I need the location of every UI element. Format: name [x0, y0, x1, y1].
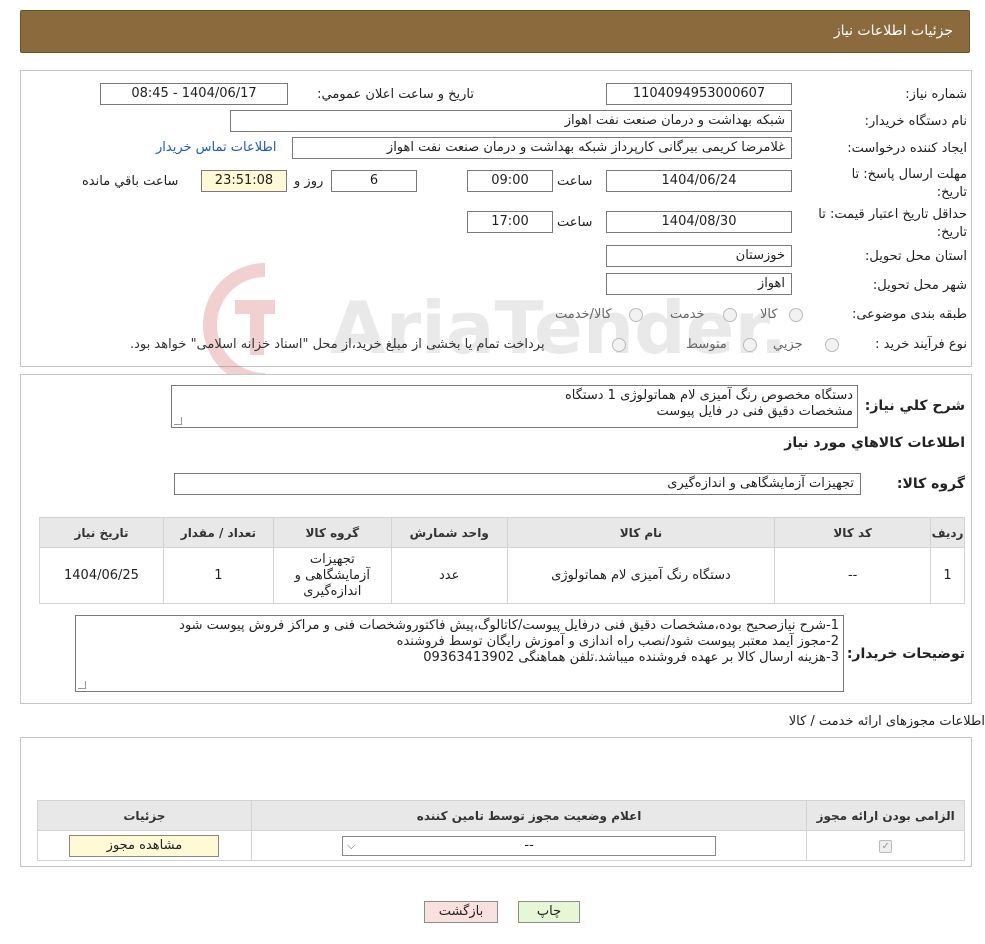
buyer-note-line-1: 1-شرح نیازصحیح بوده،مشخصات دقیق فنی درفا…: [179, 618, 839, 633]
summary-textarea[interactable]: دستگاه مخصوص رنگ آمیزی لام هماتولوژی 1 د…: [171, 385, 858, 428]
cell-quantity: 1: [162, 547, 274, 604]
resize-handle-icon[interactable]: [174, 417, 182, 425]
col-need-date: تاريخ نياز: [39, 517, 164, 548]
col-row: رديف: [930, 517, 965, 548]
items-table: رديف کد کالا نام کالا واحد شمارش گروه کا…: [39, 517, 965, 604]
col-quantity: تعداد / مقدار: [162, 517, 274, 548]
page-header: جزئیات اطلاعات نیاز: [20, 10, 970, 53]
goods-group-field: تجهیزات آزمایشگاهی و اندازه‌گیری: [174, 473, 861, 495]
validity-time-field: 17:00: [467, 211, 553, 233]
process-label: نوع فرآيند خريد :: [875, 337, 967, 352]
print-button[interactable]: چاپ: [518, 901, 580, 923]
permit-status-value: --: [524, 837, 534, 853]
category-radio-goods[interactable]: [789, 308, 803, 322]
goods-group-label: گروه کالا:: [896, 476, 965, 492]
col-permit-required: الزامی بودن ارائه مجوز: [806, 800, 965, 831]
treasury-checkbox[interactable]: [612, 338, 626, 352]
col-permit-status: اعلام وضعیت مجوز توسط تامین کننده: [250, 800, 808, 831]
permit-status-select[interactable]: -- ⌵: [342, 835, 717, 856]
validity-time-label: ساعت: [557, 215, 593, 230]
process-radio-minor[interactable]: [825, 338, 839, 352]
view-permit-button[interactable]: مشاهده مجوز: [69, 834, 220, 857]
deadline-label: مهلت ارسال پاسخ: تا تاريخ:: [851, 167, 967, 200]
process-option-medium: متوسط: [686, 337, 727, 352]
col-unit: واحد شمارش: [390, 517, 508, 548]
col-code: کد کالا: [774, 517, 932, 548]
category-option-goods-service: کالا/خدمت: [555, 307, 612, 322]
deadline-time-label: ساعت: [557, 174, 593, 189]
treasury-note: پرداخت تمام یا بخشی از مبلغ خرید،از محل …: [130, 337, 545, 352]
goods-info-title: اطلاعات کالاهاي مورد نياز: [784, 435, 965, 451]
watermark-text: AriaTender.neT: [330, 286, 785, 370]
province-field: خوزستان: [606, 245, 792, 267]
cell-name: دستگاه رنگ آمیزی لام هماتولوژی: [506, 547, 776, 604]
table-row: ✓ -- ⌵ مشاهده مجوز: [37, 830, 965, 861]
buyer-field: شبکه بهداشت و درمان صنعت نفت اهواز: [230, 110, 792, 132]
announce-datetime-field: 1404/06/17 - 08:45: [100, 83, 288, 105]
category-label: طبقه بندی موضوعی:: [851, 307, 967, 322]
city-label: شهر محل تحويل:: [872, 278, 967, 293]
process-option-minor: جزيي: [773, 337, 803, 352]
cell-row: 1: [930, 547, 965, 604]
items-table-header: رديف کد کالا نام کالا واحد شمارش گروه کا…: [39, 517, 965, 548]
province-label: استان محل تحويل:: [865, 249, 967, 264]
col-name: نام کالا: [506, 517, 776, 548]
buyer-note-line-3: 3-هزینه ارسال کالا بر عهده فروشنده میباش…: [423, 650, 839, 665]
cell-permit-required: ✓: [806, 830, 965, 861]
cell-code: --: [774, 547, 932, 604]
resize-handle-icon[interactable]: [78, 681, 86, 689]
need-number-field: 1104094953000607: [606, 83, 792, 105]
permits-table: الزامی بودن ارائه مجوز اعلام وضعیت مجوز …: [37, 800, 965, 861]
col-group: گروه کالا: [272, 517, 392, 548]
deadline-date-field: 1404/06/24: [606, 170, 792, 192]
summary-line-2: مشخصات دقیق فنی در فایل پیوست: [656, 404, 853, 419]
permit-required-checkbox[interactable]: ✓: [879, 840, 893, 853]
chevron-down-icon: ⌵: [347, 838, 356, 852]
days-remaining-field: 6: [331, 170, 417, 192]
deadline-time-field: 09:00: [467, 170, 553, 192]
buyer-notes-label: توضيحات خريدار:: [846, 646, 965, 662]
permits-table-header: الزامی بودن ارائه مجوز اعلام وضعیت مجوز …: [37, 800, 965, 831]
need-number-label: شماره نیاز:: [905, 87, 967, 102]
time-remaining-label: ساعت باقي مانده: [82, 174, 179, 189]
buyer-notes-textarea[interactable]: 1-شرح نیازصحیح بوده،مشخصات دقیق فنی درفا…: [75, 615, 844, 692]
time-remaining-field: 23:51:08: [201, 170, 287, 192]
days-label: روز و: [294, 174, 324, 189]
buyer-note-line-2: 2-مجوز آیمد معتبر پیوست شود/نصب راه اندا…: [396, 634, 839, 649]
category-radio-goods-service[interactable]: [629, 308, 643, 322]
page-title: جزئیات اطلاعات نیاز: [833, 23, 953, 39]
category-option-goods: کالا: [760, 307, 778, 322]
category-radio-service[interactable]: [723, 308, 737, 322]
cell-need-date: 1404/06/25: [39, 547, 164, 604]
permits-title: اطلاعات مجوزهای ارائه خدمت / کالا: [788, 714, 985, 729]
col-permit-details: جزئیات: [37, 800, 252, 831]
requester-label: ايجاد کننده درخواست:: [847, 141, 967, 156]
requester-field: غلامرضا کریمی بیرگانی کارپرداز شبکه بهدا…: [292, 137, 792, 159]
process-radio-medium[interactable]: [743, 338, 757, 352]
cell-permit-status: -- ⌵: [250, 830, 808, 861]
cell-group: تجهیزات آزمایشگاهی و اندازه‌گیری: [272, 547, 392, 604]
announce-label: تاریخ و ساعت اعلان عمومي:: [317, 87, 474, 102]
buyer-contact-link[interactable]: اطلاعات تماس خريدار: [156, 140, 276, 155]
city-field: اهواز: [606, 273, 792, 295]
back-button[interactable]: بازگشت: [424, 901, 498, 923]
cell-unit: عدد: [390, 547, 508, 604]
summary-line-1: دستگاه مخصوص رنگ آمیزی لام هماتولوژی 1 د…: [564, 388, 853, 403]
buyer-label: نام دستگاه خريدار:: [864, 114, 967, 129]
validity-label: حداقل تاريخ اعتبار قيمت: تا تاريخ:: [818, 207, 967, 240]
summary-label: شرح کلي نياز:: [864, 398, 965, 414]
validity-date-field: 1404/08/30: [606, 211, 792, 233]
table-row: 1 -- دستگاه رنگ آمیزی لام هماتولوژی عدد …: [39, 547, 965, 604]
cell-permit-details: مشاهده مجوز: [37, 830, 252, 861]
category-option-service: خدمت: [670, 307, 705, 322]
